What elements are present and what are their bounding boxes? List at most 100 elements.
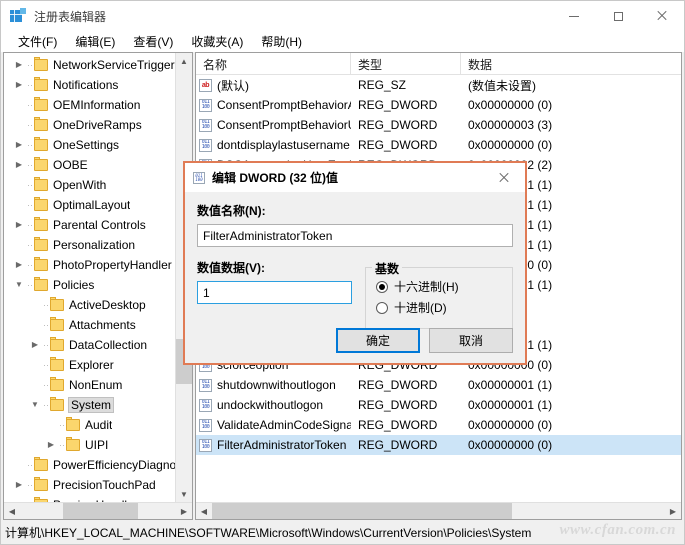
tree-connector: ·· [27, 260, 33, 270]
tree-item-uipi[interactable]: ▶ ·· UIPI [4, 435, 175, 455]
value-data-input[interactable] [197, 281, 352, 304]
radio-decimal-label: 十进制(D) [394, 301, 447, 315]
menu-file[interactable]: 文件(F) [9, 31, 66, 52]
value-name-cell: 011 100 FilterAdministratorToken [196, 438, 351, 452]
tree-item-attachments[interactable]: ·· Attachments [4, 315, 175, 335]
chevron-right-icon[interactable]: ▶ [44, 441, 58, 449]
dialog-close-button[interactable] [483, 163, 525, 192]
folder-icon [34, 257, 48, 271]
scroll-left-arrow-icon[interactable]: ◀ [4, 503, 20, 519]
tree-item-oobe[interactable]: ▶ ·· OOBE [4, 155, 175, 175]
scroll-right-arrow-icon[interactable]: ▶ [176, 503, 192, 519]
ok-button[interactable]: 确定 [336, 328, 420, 353]
chevron-right-icon[interactable]: ▶ [12, 141, 26, 149]
menu-help[interactable]: 帮助(H) [252, 31, 311, 52]
tree-item-parental-controls[interactable]: ▶ ·· Parental Controls [4, 215, 175, 235]
tree-item-nonenum[interactable]: ·· NonEnum [4, 375, 175, 395]
dialog-title: 编辑 DWORD (32 位)值 [212, 171, 339, 185]
value-name-input[interactable] [197, 224, 513, 247]
tree-item-personalization[interactable]: ·· Personalization [4, 235, 175, 255]
cancel-button[interactable]: 取消 [429, 328, 513, 353]
menu-view[interactable]: 查看(V) [124, 31, 182, 52]
tree-connector: ·· [27, 280, 33, 290]
folder-icon [34, 177, 48, 191]
tree-hscroll-track[interactable] [20, 503, 176, 519]
column-type[interactable]: 类型 [351, 53, 461, 74]
tree-hscroll-thumb[interactable] [63, 503, 138, 519]
tree-item-label: Notifications [53, 78, 119, 92]
tree-connector: ·· [59, 420, 65, 430]
scroll-right-arrow-icon[interactable]: ▶ [665, 503, 681, 519]
status-path: 计算机\HKEY_LOCAL_MACHINE\SOFTWARE\Microsof… [5, 525, 532, 540]
tree-item-networkservicetrigger[interactable]: ▶ ·· NetworkServiceTrigger [4, 55, 175, 75]
tree-item-label: Audit [85, 418, 113, 432]
tree-item-onedriveramps[interactable]: ·· OneDriveRamps [4, 115, 175, 135]
radio-decimal[interactable]: 十进制(D) [376, 297, 502, 318]
folder-icon [50, 377, 64, 391]
value-data-cell: 0x00000001 (1) [468, 378, 553, 392]
list-hscroll-track[interactable] [212, 503, 665, 519]
tree-item-policies[interactable]: ▼ ·· Policies [4, 275, 175, 295]
tree-item-label: PowerEfficiencyDiagnos [53, 458, 175, 472]
chevron-down-icon[interactable]: ▼ [12, 281, 26, 289]
registry-tree[interactable]: ▶ ·· NetworkServiceTrigger ▶ ·· Notifications… [4, 53, 175, 502]
chevron-right-icon[interactable]: ▶ [12, 81, 26, 89]
chevron-down-icon[interactable]: ▼ [28, 401, 42, 409]
list-horizontal-scrollbar[interactable]: ◀ ▶ [196, 502, 681, 519]
tree-item-datacollection[interactable]: ▶ ·· DataCollection [4, 335, 175, 355]
tree-connector: ·· [27, 80, 33, 90]
tree-horizontal-scrollbar[interactable]: ◀ ▶ [4, 502, 192, 519]
list-hscroll-thumb[interactable] [212, 503, 512, 519]
scroll-down-arrow-icon[interactable]: ▼ [176, 486, 192, 502]
chevron-right-icon[interactable]: ▶ [12, 481, 26, 489]
chevron-right-icon[interactable]: ▶ [28, 341, 42, 349]
dword-value-icon: 011100 [199, 98, 212, 112]
chevron-right-icon[interactable]: ▶ [12, 221, 26, 229]
tree-item-photopropertyhandler[interactable]: ▶ ·· PhotoPropertyHandler [4, 255, 175, 275]
chevron-right-icon[interactable]: ▶ [12, 261, 26, 269]
value-name-cell: 011100 ValidateAdminCodeSignat... [196, 418, 351, 432]
chevron-right-icon[interactable]: ▶ [12, 61, 26, 69]
table-row[interactable]: 011 100 undockwithoutlogon REG_DWORD 0x00000… [196, 395, 681, 415]
tree-item-label: Policies [53, 278, 95, 292]
menu-favorites[interactable]: 收藏夹(A) [182, 31, 252, 52]
tree-connector: ·· [43, 380, 49, 390]
column-name[interactable]: 名称 [196, 53, 351, 74]
value-data-cell: 0x00000000 (0) [468, 98, 553, 112]
table-row[interactable]: 011 100 ConsentPromptBehaviorA... REG_DWORD… [196, 95, 681, 115]
value-name-text: shutdownwithoutlogon [217, 378, 336, 392]
table-row[interactable]: 011 100 FilterAdministratorToken REG_DWORD 0… [196, 435, 681, 455]
table-row[interactable]: 011100 ValidateAdminCodeSignat... REG_DWOR… [196, 415, 681, 435]
radio-hexadecimal[interactable]: 十六进制(H) [376, 276, 502, 297]
tree-item-oeminformation[interactable]: ·· OEMInformation [4, 95, 175, 115]
folder-icon [34, 157, 48, 171]
tree-item-onesettings[interactable]: ▶ ·· OneSettings [4, 135, 175, 155]
close-button[interactable] [640, 1, 684, 31]
tree-item-openwith[interactable]: ·· OpenWith [4, 175, 175, 195]
minimize-button[interactable] [552, 1, 596, 31]
dword-value-icon: 011100 [199, 378, 212, 392]
tree-item-label: PrecisionTouchPad [53, 478, 156, 492]
scroll-left-arrow-icon[interactable]: ◀ [196, 503, 212, 519]
tree-item-powerefficiencydiagnos[interactable]: ·· PowerEfficiencyDiagnos [4, 455, 175, 475]
column-data[interactable]: 数据 [461, 53, 681, 74]
tree-item-precisiontouchpad[interactable]: ▶ ·· PrecisionTouchPad [4, 475, 175, 495]
tree-item-notifications[interactable]: ▶ ·· Notifications [4, 75, 175, 95]
tree-item-explorer[interactable]: ·· Explorer [4, 355, 175, 375]
menu-edit[interactable]: 编辑(E) [66, 31, 124, 52]
tree-item-system[interactable]: ▼ ·· System [4, 395, 175, 415]
scroll-up-arrow-icon[interactable]: ▲ [176, 53, 192, 69]
tree-item-previewhandlers[interactable]: ·· PreviewHandlers [4, 495, 175, 502]
tree-item-audit[interactable]: ·· Audit [4, 415, 175, 435]
value-name-text: (默认) [217, 78, 249, 93]
table-row[interactable]: ab (默认) REG_SZ (数值未设置) [196, 75, 681, 95]
table-row[interactable]: 011 100 shutdownwithoutlogon REG_DWORD 0x000… [196, 375, 681, 395]
tree-item-optimallayout[interactable]: ·· OptimalLayout [4, 195, 175, 215]
base-group: 基数 十六进制(H) 十进制(D) [365, 260, 513, 329]
table-row[interactable]: 011100 ConsentPromptBehaviorU... REG_DWORD… [196, 115, 681, 135]
table-row[interactable]: 011 100 dontdisplaylastusername REG_DWORD 0x… [196, 135, 681, 155]
tree-item-activedesktop[interactable]: ·· ActiveDesktop [4, 295, 175, 315]
maximize-button[interactable] [596, 1, 640, 31]
folder-icon [34, 217, 48, 231]
chevron-right-icon[interactable]: ▶ [12, 161, 26, 169]
